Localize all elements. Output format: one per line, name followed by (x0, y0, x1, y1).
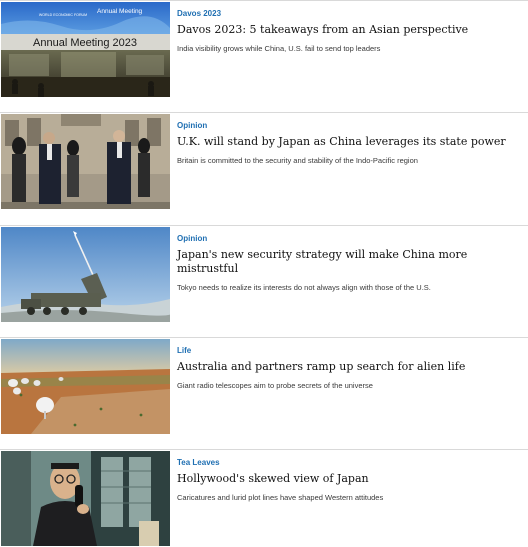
article-headline[interactable]: Australia and partners ramp up search fo… (177, 360, 522, 374)
article-summary: Caricatures and lurid plot lines have sh… (177, 493, 384, 502)
article-headline[interactable]: Hollywood's skewed view of Japan (177, 472, 522, 486)
article-headline[interactable]: Japan's new security strategy will make … (177, 248, 522, 276)
davos-annual-meeting-photo: WORLD ECONOMIC FORUM Annual Meeting Annu… (1, 2, 170, 97)
article-category[interactable]: Opinion (177, 234, 522, 244)
article-item: Tea Leaves Hollywood's skewed view of Ja… (0, 449, 528, 547)
article-item: WORLD ECONOMIC FORUM Annual Meeting Annu… (0, 0, 528, 112)
article-thumbnail-davos[interactable]: WORLD ECONOMIC FORUM Annual Meeting Annu… (1, 2, 170, 97)
article-category[interactable]: Davos 2023 (177, 9, 522, 19)
article-headline[interactable]: U.K. will stand by Japan as China levera… (177, 135, 522, 149)
missile-launch-photo (1, 227, 170, 322)
forum-name-text: WORLD ECONOMIC FORUM (39, 13, 87, 17)
article-category[interactable]: Life (177, 346, 522, 356)
article-item: Opinion Japan's new security strategy wi… (0, 225, 528, 337)
meeting-label-text: Annual Meeting (97, 8, 143, 15)
article-text: Life Australia and partners ramp up sear… (177, 346, 522, 391)
film-still-telephone-photo (1, 451, 170, 546)
article-headline[interactable]: Davos 2023: 5 takeaways from an Asian pe… (177, 23, 522, 37)
article-thumbnail-alien-life[interactable] (1, 339, 170, 434)
article-category[interactable]: Opinion (177, 121, 522, 131)
article-summary: Giant radio telescopes aim to probe secr… (177, 381, 373, 390)
article-summary: Tokyo needs to realize its interests do … (177, 283, 431, 292)
article-text: Tea Leaves Hollywood's skewed view of Ja… (177, 458, 522, 503)
banner-text: Annual Meeting 2023 (33, 37, 137, 49)
article-thumbnail-security-strategy[interactable] (1, 227, 170, 322)
article-category[interactable]: Tea Leaves (177, 458, 522, 468)
article-item: Opinion U.K. will stand by Japan as Chin… (0, 112, 528, 224)
radio-telescopes-photo (1, 339, 170, 434)
article-item: Life Australia and partners ramp up sear… (0, 337, 528, 449)
article-summary: Britain is committed to the security and… (177, 156, 418, 165)
article-text: Opinion Japan's new security strategy wi… (177, 234, 522, 293)
leaders-honor-guard-photo (1, 114, 170, 209)
article-feed: WORLD ECONOMIC FORUM Annual Meeting Annu… (0, 0, 528, 547)
article-summary: India visibility grows while China, U.S.… (177, 44, 381, 53)
article-text: Davos 2023 Davos 2023: 5 takeaways from … (177, 9, 522, 54)
article-thumbnail-uk-japan[interactable] (1, 114, 170, 209)
article-text: Opinion U.K. will stand by Japan as Chin… (177, 121, 522, 166)
article-thumbnail-hollywood[interactable] (1, 451, 170, 546)
